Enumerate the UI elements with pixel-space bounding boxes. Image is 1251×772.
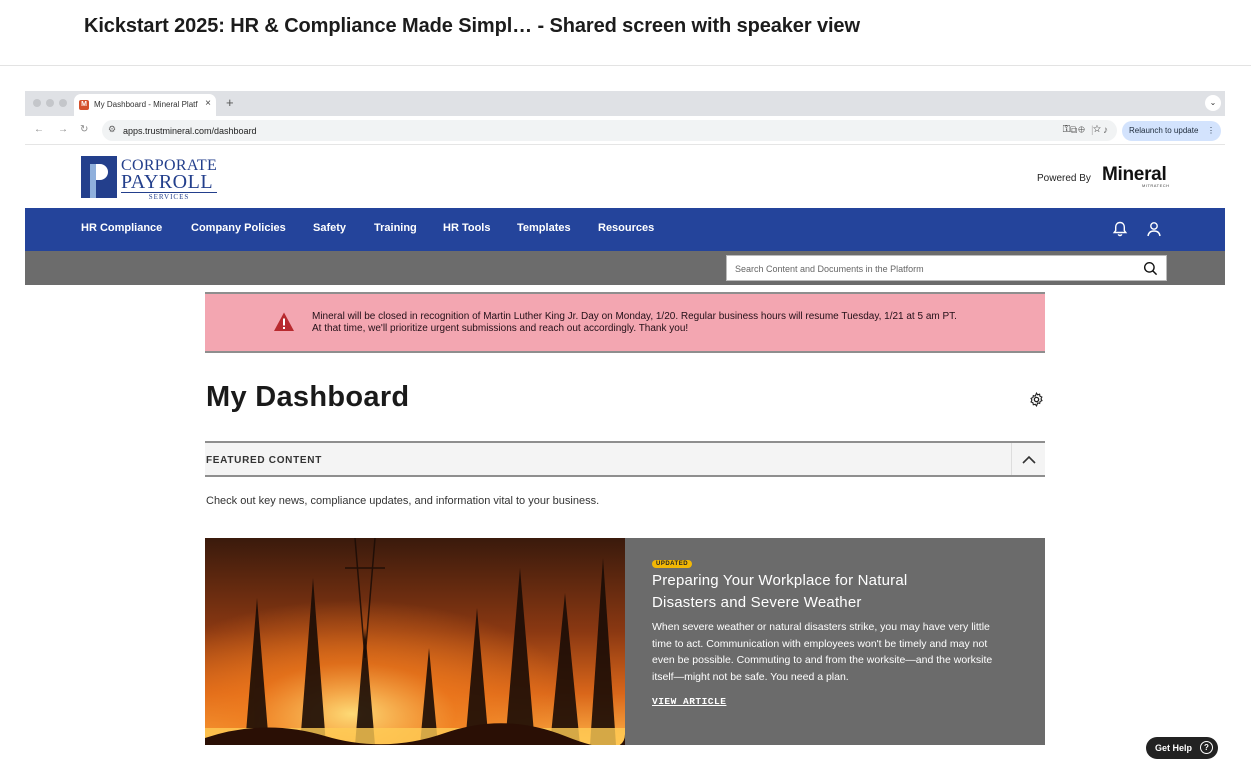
article-summary: When severe weather or natural disasters… (652, 621, 993, 683)
minimize-window-dot[interactable] (46, 99, 54, 107)
notifications-bell-icon[interactable] (1111, 220, 1129, 238)
relaunch-button[interactable]: Relaunch to update ⋮ (1122, 121, 1221, 141)
extensions-icon[interactable]: ⧉ (1070, 125, 1077, 136)
alert-line-2: At that time, we'll prioritize urgent su… (312, 322, 689, 334)
close-window-dot[interactable] (33, 99, 41, 107)
nav-resources[interactable]: Resources (598, 222, 654, 234)
logo-line-3: SERVICES (121, 192, 218, 202)
profile-icon[interactable]: ♪ (1103, 125, 1108, 136)
view-article-link[interactable]: VIEW ARTICLE (652, 696, 726, 707)
mineral-sub-logo: MITRATECH (1142, 183, 1170, 188)
back-icon[interactable]: ← (34, 124, 44, 135)
main-nav: HR Compliance Company Policies Safety Tr… (25, 208, 1225, 251)
closure-alert-banner: Mineral will be closed in recognition of… (205, 292, 1045, 353)
get-help-label: Get Help (1155, 743, 1193, 753)
nav-company-policies[interactable]: Company Policies (191, 222, 286, 234)
alert-line-1: Mineral will be closed in recognition of… (312, 311, 957, 322)
meeting-title: Kickstart 2025: HR & Compliance Made Sim… (84, 15, 860, 37)
new-tab-icon[interactable]: + (226, 95, 234, 110)
tab-close-icon[interactable]: × (205, 98, 211, 109)
search-strip (25, 251, 1225, 285)
search-icon[interactable] (1143, 261, 1158, 276)
search-box (726, 255, 1167, 281)
shared-screen: M My Dashboard - Mineral Platf × + ⌄ ← →… (25, 91, 1225, 772)
maximize-window-dot[interactable] (59, 99, 67, 107)
cps-logo-mark-icon (81, 156, 117, 198)
divider: | (1091, 125, 1094, 136)
site-header: CORPORATE PAYROLL SERVICES Powered By Mi… (25, 146, 1225, 208)
article-title[interactable]: Preparing Your Workplace for Natural Dis… (652, 570, 972, 614)
cps-logo-text: CORPORATE PAYROLL SERVICES (121, 158, 218, 202)
browser-tabstrip: M My Dashboard - Mineral Platf × + ⌄ (25, 91, 1225, 116)
tab-title: My Dashboard - Mineral Platf (94, 100, 198, 109)
url-text[interactable]: apps.trustmineral.com/dashboard (123, 126, 257, 136)
get-help-button[interactable]: Get Help ? (1146, 737, 1218, 759)
browser-toolbar: ← → ↻ ⚙ apps.trustmineral.com/dashboard … (25, 116, 1225, 145)
featured-content-label: FEATURED CONTENT (206, 455, 323, 466)
featured-content-header[interactable]: FEATURED CONTENT (205, 441, 1045, 477)
warning-triangle-icon (274, 312, 294, 331)
settings-gear-icon[interactable] (1029, 392, 1044, 407)
browser-tab[interactable]: M My Dashboard - Mineral Platf × (74, 94, 216, 116)
nav-safety[interactable]: Safety (313, 222, 346, 234)
nav-hr-compliance[interactable]: HR Compliance (81, 222, 162, 234)
nav-templates[interactable]: Templates (517, 222, 571, 234)
meeting-header: Kickstart 2025: HR & Compliance Made Sim… (0, 0, 1251, 66)
featured-description: Check out key news, compliance updates, … (206, 495, 600, 507)
help-question-icon: ? (1200, 741, 1213, 754)
favicon-icon: M (79, 100, 89, 110)
forward-icon[interactable]: → (58, 124, 68, 135)
powered-by-label: Powered By (1037, 173, 1091, 184)
collapse-button[interactable] (1011, 443, 1045, 475)
site-info-icon[interactable]: ⚙ (108, 124, 116, 135)
nav-hr-tools[interactable]: HR Tools (443, 222, 490, 234)
nav-training[interactable]: Training (374, 222, 417, 234)
relaunch-label: Relaunch to update (1129, 126, 1199, 135)
search-input[interactable] (735, 261, 1135, 276)
updated-badge: UPDATED (652, 560, 693, 568)
logo-line-2: PAYROLL (121, 171, 214, 193)
address-bar[interactable]: ⚙ apps.trustmineral.com/dashboard ⚿⊕☆ (102, 120, 1117, 141)
featured-article-card[interactable]: UPDATED Preparing Your Workplace for Nat… (205, 538, 1045, 745)
tab-search-icon[interactable]: ⌄ (1205, 95, 1221, 111)
user-account-icon[interactable] (1145, 220, 1163, 238)
wildfire-image (205, 538, 625, 745)
reload-icon[interactable]: ↻ (80, 124, 88, 135)
alert-message: Mineral will be closed in recognition of… (312, 311, 1012, 334)
corporate-payroll-logo[interactable]: CORPORATE PAYROLL SERVICES (81, 156, 221, 201)
chevron-up-icon (1022, 455, 1036, 464)
browser-menu-icon[interactable]: ⋮ (1207, 121, 1215, 141)
page-title: My Dashboard (206, 381, 410, 413)
